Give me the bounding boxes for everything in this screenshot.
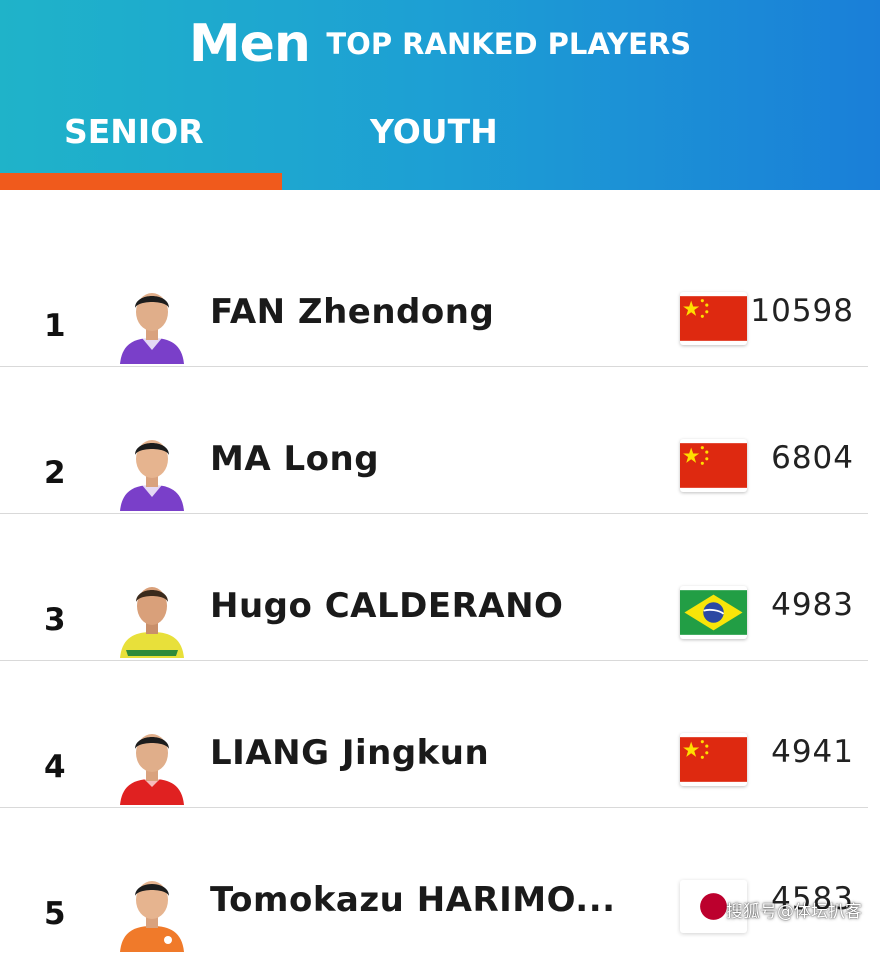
china-flag-icon (680, 443, 747, 488)
table-row[interactable]: 4 LIANG Jingkun 4941 (0, 661, 868, 808)
brazil-flag-icon (680, 590, 747, 635)
player-points: 4983 (771, 587, 854, 623)
active-tab-indicator (0, 173, 282, 190)
table-row[interactable]: 3 Hugo CALDERANO 4983 (0, 514, 868, 661)
china-flag-icon (680, 296, 747, 341)
title-main: Men (188, 14, 311, 74)
player-name[interactable]: MA Long (210, 439, 379, 479)
player-rank: 5 (44, 896, 66, 932)
watermark: 搜狐号@体坛扒客 (726, 902, 862, 922)
rankings-header: Men TOP RANKED PLAYERS SENIOR YOUTH (0, 0, 880, 190)
player-avatar (120, 587, 184, 658)
player-name[interactable]: Tomokazu HARIMO... (210, 880, 616, 920)
player-avatar (120, 440, 184, 511)
player-rank: 4 (44, 749, 66, 785)
player-avatar (120, 881, 184, 952)
player-name[interactable]: Hugo CALDERANO (210, 586, 563, 626)
china-flag-icon (680, 737, 747, 782)
table-row[interactable]: 5 Tomokazu HARIMO... 4583 (0, 808, 868, 954)
table-row[interactable]: 1 FAN Zhendong 10598 (0, 220, 868, 367)
title-subtitle: TOP RANKED PLAYERS (326, 27, 692, 61)
table-row[interactable]: 2 MA Long 6804 (0, 367, 868, 514)
player-name[interactable]: FAN Zhendong (210, 292, 494, 332)
page-title: Men TOP RANKED PLAYERS (0, 14, 880, 74)
player-name[interactable]: LIANG Jingkun (210, 733, 489, 773)
player-points: 10598 (750, 293, 854, 329)
player-points: 4941 (771, 734, 854, 770)
player-rank: 3 (44, 602, 66, 638)
player-avatar (120, 734, 184, 805)
player-avatar (120, 293, 184, 364)
player-rank: 2 (44, 455, 66, 491)
player-points: 6804 (771, 440, 854, 476)
tab-youth[interactable]: YOUTH (370, 112, 498, 190)
player-rank: 1 (44, 308, 66, 344)
